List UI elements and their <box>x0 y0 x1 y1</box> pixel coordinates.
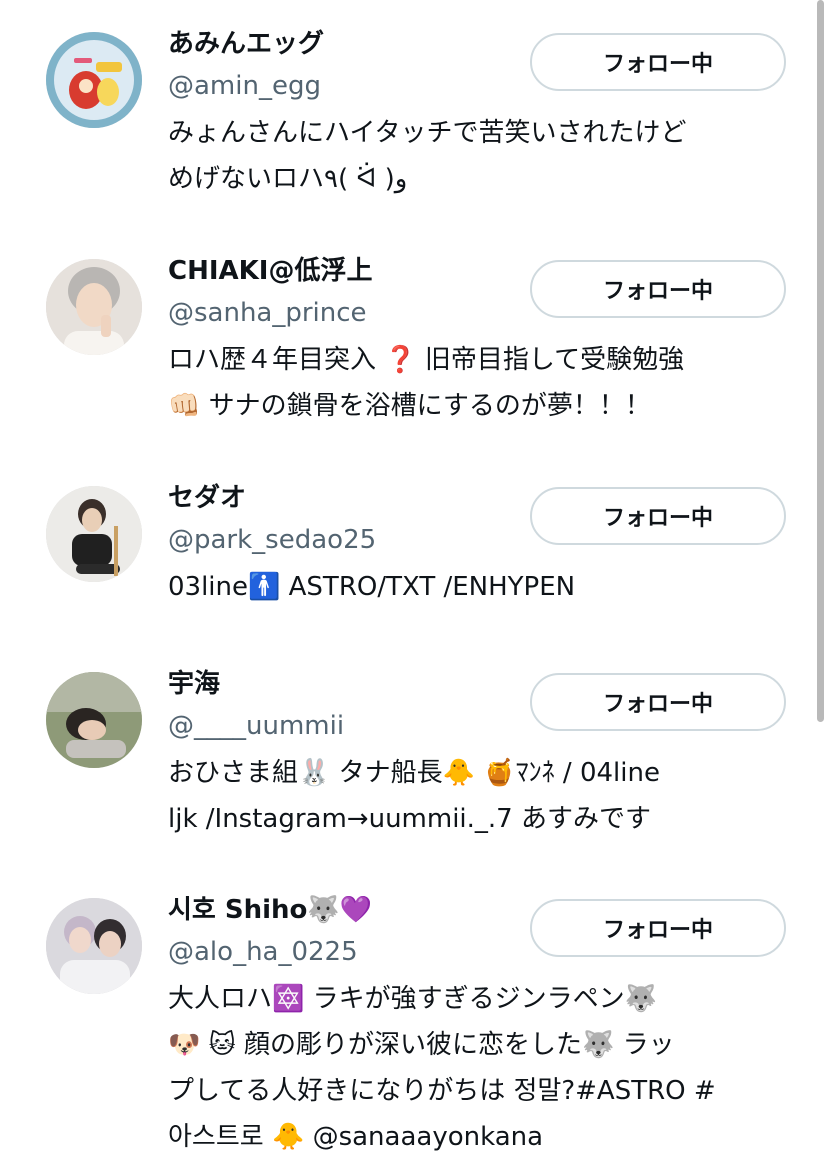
bio-line: 👊🏻 サナの鎖骨を浴槽にするのが夢！！！ <box>168 391 651 421</box>
user-handle: @sanha_prince <box>168 298 367 328</box>
avatar[interactable] <box>46 259 142 355</box>
bio-line: 🐶 🐱 顔の彫りが深い彼に恋をした🐺 ラッ <box>168 1030 675 1060</box>
following-button[interactable]: フォロー中 <box>530 673 786 731</box>
bio-line: おひさま組🐰 タナ船長🐥 🍯ﾏﾝﾈ / 04line <box>168 758 660 788</box>
user-bio: ロハ歴４年目突入 ❓ 旧帝目指して受験勉強 👊🏻 サナの鎖骨を浴槽にするのが夢！… <box>168 337 798 429</box>
avatar-shiho-icon <box>46 898 142 994</box>
bio-line: 03line🚹 ASTRO/TXT /ENHYPEN <box>168 572 576 602</box>
following-button[interactable]: フォロー中 <box>530 899 786 957</box>
display-name: CHIAKI@低浮上 <box>168 256 373 286</box>
avatar[interactable] <box>46 486 142 582</box>
bio-line: ロハ歴４年目突入 ❓ 旧帝目指して受験勉強 <box>168 345 685 375</box>
user-bio: みょんさんにハイタッチで苦笑いされたけど めげないロハ٩( ᐛ )و <box>168 110 798 202</box>
bio-line: 大人ロハ🔯 ラキが強すぎるジンラペン🐺 <box>168 984 658 1014</box>
user-bio: おひさま組🐰 タナ船長🐥 🍯ﾏﾝﾈ / 04line ljk /Instagra… <box>168 750 798 842</box>
avatar[interactable] <box>46 672 142 768</box>
avatar[interactable] <box>46 32 142 128</box>
display-name: 시호 Shiho🐺💜 <box>168 895 373 925</box>
avatar[interactable] <box>46 898 142 994</box>
user-handle: @park_sedao25 <box>168 525 377 555</box>
user-handle: @amin_egg <box>168 71 321 101</box>
bio-line: めげないロハ٩( ᐛ )و <box>168 164 408 194</box>
following-button[interactable]: フォロー中 <box>530 33 786 91</box>
avatar-sedao-icon <box>46 486 142 582</box>
bio-line: ljk /Instagram→uummii._.7 あすみです <box>168 804 651 834</box>
user-handle: @alo_ha_0225 <box>168 937 358 967</box>
display-name: セダオ <box>168 483 247 513</box>
avatar-chiaki-icon <box>46 259 142 355</box>
following-button[interactable]: フォロー中 <box>530 487 786 545</box>
avatar-uummii-icon <box>46 672 142 768</box>
display-name: 宇海 <box>168 669 221 699</box>
avatar-amin-egg-icon <box>46 32 142 128</box>
display-name: あみんエッグ <box>168 29 325 59</box>
bio-line: 아스트로 🐥 @sanaaayonkana <box>168 1122 544 1152</box>
following-button[interactable]: フォロー中 <box>530 260 786 318</box>
scrollbar[interactable] <box>817 0 824 722</box>
user-bio: 大人ロハ🔯 ラキが強すぎるジンラペン🐺 🐶 🐱 顔の彫りが深い彼に恋をした🐺 ラ… <box>168 976 798 1160</box>
user-handle: @____uummii <box>168 711 345 741</box>
bio-line: プしてる人好きになりがちは 정말?#ASTRO # <box>168 1076 716 1106</box>
bio-line: みょんさんにハイタッチで苦笑いされたけど <box>168 118 687 148</box>
user-bio: 03line🚹 ASTRO/TXT /ENHYPEN <box>168 564 798 610</box>
